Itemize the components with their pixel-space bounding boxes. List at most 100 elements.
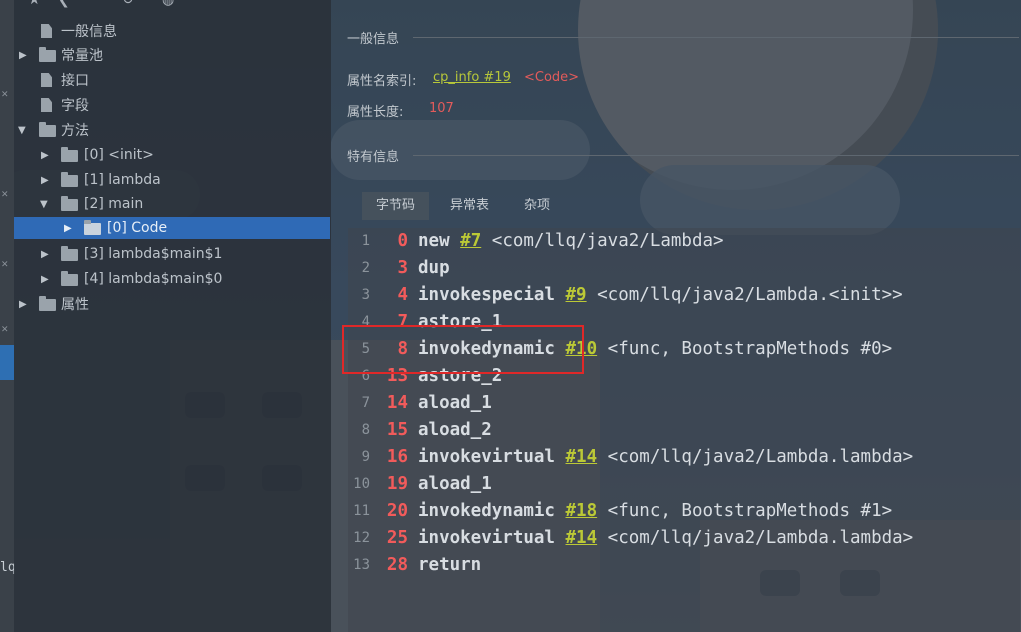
line-number: 9 [361, 449, 370, 465]
line-number: 3 [361, 287, 370, 303]
cp-comment: <com/llq/java2/Lambda.lambda> [607, 447, 914, 467]
close-icon[interactable]: ✕ [1, 260, 9, 270]
bytecode-offset: 19 [386, 474, 408, 494]
close-icon[interactable]: ✕ [1, 325, 9, 335]
line-number: 8 [361, 422, 370, 438]
tree-item-method-4[interactable]: ▶ [4] lambda$main$0 [14, 268, 330, 290]
cp-ref-link[interactable]: #14 [566, 528, 598, 548]
tree-item-fields[interactable]: 字段 [14, 94, 330, 116]
opcode: invokevirtual [418, 447, 555, 467]
bytecode-offset: 4 [397, 285, 408, 305]
folder-icon [39, 296, 56, 311]
expand-arrow-icon[interactable]: ▶ [19, 50, 27, 61]
line-number: 10 [353, 476, 370, 492]
expand-arrow-icon[interactable]: ▶ [41, 249, 49, 260]
expand-arrow-icon[interactable]: ▶ [41, 175, 49, 186]
tab-bytecode[interactable]: 字节码 [362, 192, 430, 220]
file-icon [41, 73, 52, 87]
opcode: aload_1 [418, 393, 492, 413]
tree-item-code[interactable]: ▶ [0] Code [14, 217, 330, 239]
cp-ref-link[interactable]: #18 [566, 501, 598, 521]
annotation-highlight-box [342, 325, 584, 374]
code-line: 9 16 invokevirtual #14 <com/llq/java2/La… [348, 444, 1020, 471]
tree-item-method-3[interactable]: ▶ [3] lambda$main$1 [14, 243, 330, 265]
tree-toolbar: ★ ❮ ↻ ◍ [14, 0, 331, 8]
folder-icon [61, 271, 78, 286]
left-strip-selection[interactable] [0, 345, 14, 380]
cp-ref-link[interactable]: #9 [566, 285, 587, 305]
expand-arrow-icon[interactable]: ▶ [41, 274, 49, 285]
bytecode-offset: 16 [386, 447, 408, 467]
code-line: 2 3 dup [348, 255, 1020, 282]
folder-icon [61, 172, 78, 187]
opcode: invokevirtual [418, 528, 555, 548]
close-icon[interactable]: ✕ [1, 90, 9, 100]
collapse-arrow-icon[interactable]: ▼ [40, 199, 48, 210]
class-structure-tree: ★ ❮ ↻ ◍ 一般信息 ▶ 常量池 接口 字段 ▼ 方法 ▶ [0] <ini… [14, 0, 331, 632]
code-line: 3 4 invokespecial #9 <com/llq/java2/Lamb… [348, 282, 1020, 309]
tree-item-general-info[interactable]: 一般信息 [14, 20, 330, 42]
bytecode-view[interactable]: 1 0 new #7 <com/llq/java2/Lambda> 2 3 du… [348, 228, 1020, 632]
close-icon[interactable]: ✕ [1, 190, 9, 200]
opcode: new [418, 231, 450, 251]
opcode: invokedynamic [418, 501, 555, 521]
cp-comment: <func, BootstrapMethods #0> [607, 339, 893, 359]
general-info-title: 一般信息 [347, 32, 400, 47]
expand-arrow-icon[interactable]: ▶ [41, 150, 49, 161]
tree-item-methods[interactable]: ▼ 方法 [14, 119, 330, 141]
tree-item-method-2[interactable]: ▼ [2] main [14, 193, 330, 215]
attr-length-label: 属性长度: [347, 105, 404, 120]
tree-item-method-1[interactable]: ▶ [1] lambda [14, 169, 330, 191]
expand-arrow-icon[interactable]: ▶ [64, 223, 72, 234]
tree-item-constant-pool[interactable]: ▶ 常量池 [14, 44, 330, 66]
line-number: 13 [353, 557, 370, 573]
bytecode-offset: 0 [397, 231, 408, 251]
folder-icon [61, 147, 78, 162]
back-icon[interactable]: ❮ [58, 0, 70, 8]
folder-icon [84, 220, 101, 235]
globe-icon[interactable]: ◍ [162, 0, 174, 8]
left-tool-strip: ✕ ✕ ✕ ✕ lq [0, 0, 16, 632]
expand-arrow-icon[interactable]: ▶ [19, 299, 27, 310]
opcode: dup [418, 258, 450, 278]
opcode: return [418, 555, 482, 575]
line-number: 2 [361, 260, 370, 276]
line-number: 7 [361, 395, 370, 411]
attr-name-index-link[interactable]: cp_info #19 [433, 70, 511, 85]
tree-item-attributes[interactable]: ▶ 属性 [14, 293, 330, 315]
code-line: 7 14 aload_1 [348, 390, 1020, 417]
tab-misc[interactable]: 杂项 [510, 192, 564, 220]
bytecode-offset: 3 [397, 258, 408, 278]
line-number: 1 [361, 233, 370, 249]
code-line: 1 0 new #7 <com/llq/java2/Lambda> [348, 228, 1020, 255]
tree-item-method-0[interactable]: ▶ [0] <init> [14, 144, 330, 166]
cp-comment: <com/llq/java2/Lambda.lambda> [607, 528, 914, 548]
cp-ref-link[interactable]: #14 [566, 447, 598, 467]
folder-icon [61, 196, 78, 211]
info-panel: 一般信息 属性名索引: cp_info #19 <Code> 属性长度: 107… [331, 0, 1021, 632]
code-line: 11 20 invokedynamic #18 <func, Bootstrap… [348, 498, 1020, 525]
opcode: aload_2 [418, 420, 492, 440]
bytecode-offset: 25 [386, 528, 408, 548]
tab-exception-table[interactable]: 异常表 [436, 192, 503, 220]
star-icon[interactable]: ★ [28, 0, 41, 8]
divider [413, 37, 1019, 38]
line-number: 12 [353, 530, 370, 546]
code-line: 10 19 aload_1 [348, 471, 1020, 498]
code-line: 12 25 invokevirtual #14 <com/llq/java2/L… [348, 525, 1020, 552]
attr-name-index-value: <Code> [524, 70, 580, 85]
cp-ref-link[interactable]: #7 [460, 231, 481, 251]
attr-name-index-label: 属性名索引: [347, 74, 417, 89]
folder-icon [39, 47, 56, 62]
cp-comment: <com/llq/java2/Lambda> [491, 231, 724, 251]
code-line: 8 15 aload_2 [348, 417, 1020, 444]
code-line: 13 28 return [348, 552, 1020, 579]
opcode: invokespecial [418, 285, 555, 305]
file-icon [41, 24, 52, 38]
tree-item-interfaces[interactable]: 接口 [14, 69, 330, 91]
specific-info-title: 特有信息 [347, 150, 400, 165]
tab-bar: 字节码 异常表 杂项 [348, 192, 1020, 220]
collapse-arrow-icon[interactable]: ▼ [18, 125, 26, 136]
refresh-icon[interactable]: ↻ [122, 0, 134, 8]
bytecode-offset: 28 [386, 555, 408, 575]
